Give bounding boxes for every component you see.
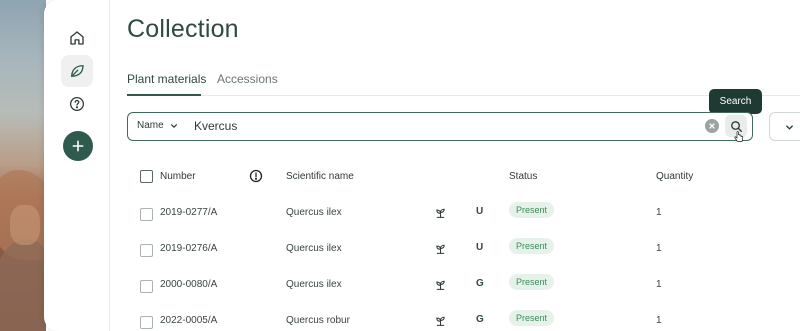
column-status[interactable]: Status [509, 171, 537, 182]
row-scientific-name: Quercus robur [286, 315, 350, 326]
row-number: 2022-0005/A [160, 315, 218, 326]
row-provenance: U [476, 242, 484, 253]
help-icon [69, 96, 85, 112]
select-all-checkbox[interactable] [140, 170, 153, 183]
search-field-label: Name [137, 120, 164, 131]
row-provenance: G [476, 278, 484, 289]
sidebar [44, 0, 110, 331]
status-badge: Present [509, 310, 555, 326]
row-number: 2019-0277/A [160, 207, 218, 218]
table-row[interactable]: 2019-0277/A Quercus ilex U Present 1 [127, 196, 800, 232]
tab-accessions[interactable]: Accessions [217, 72, 278, 86]
status-badge: Present [509, 202, 555, 218]
row-number: 2019-0276/A [160, 243, 218, 254]
tab-plant-materials[interactable]: Plant materials [127, 72, 206, 86]
row-checkbox[interactable] [140, 280, 153, 293]
plant-icon [436, 208, 445, 218]
table-row[interactable]: 2022-0005/A Quercus robur G Present 1 [127, 304, 800, 331]
pointer-cursor-icon [734, 131, 744, 142]
row-checkbox[interactable] [140, 208, 153, 221]
chevron-down-icon [786, 125, 793, 130]
column-quantity[interactable]: Quantity [656, 171, 693, 182]
nav-plants-button[interactable] [61, 55, 93, 87]
table-row[interactable]: 2019-0276/A Quercus ilex U Present 1 [127, 232, 800, 268]
plant-icon [436, 280, 445, 290]
row-scientific-name: Quercus ilex [286, 279, 342, 290]
status-badge: Present [509, 274, 555, 290]
chevron-down-icon [170, 123, 177, 128]
search-bar: Name Kvercus [127, 112, 753, 142]
options-dropdown-button[interactable] [769, 112, 800, 141]
plant-icon [436, 244, 445, 254]
column-scientific-name[interactable]: Scientific name [286, 171, 354, 182]
plant-icon [436, 316, 445, 326]
row-quantity: 1 [656, 243, 662, 254]
row-scientific-name: Quercus ilex [286, 243, 342, 254]
row-scientific-name: Quercus ilex [286, 207, 342, 218]
row-provenance: G [476, 314, 484, 325]
search-field-select[interactable]: Name [137, 120, 178, 131]
search-tooltip: Search [709, 89, 762, 114]
home-icon [70, 31, 84, 45]
alert-icon[interactable] [249, 169, 263, 183]
nav-help-button[interactable] [61, 88, 93, 120]
clear-search-button[interactable] [705, 119, 719, 133]
page-title: Collection [127, 15, 239, 43]
row-quantity: 1 [656, 207, 662, 218]
row-checkbox[interactable] [140, 316, 153, 329]
row-quantity: 1 [656, 315, 662, 326]
search-input[interactable]: Kvercus [194, 119, 237, 133]
add-button[interactable] [63, 131, 93, 161]
active-tab-indicator [127, 94, 201, 96]
row-quantity: 1 [656, 279, 662, 290]
table-header: Number Scientific name Status Quantity [127, 165, 800, 189]
row-provenance: U [476, 206, 484, 217]
row-checkbox[interactable] [140, 244, 153, 257]
table-row[interactable]: 2000-0080/A Quercus ilex G Present 1 [127, 268, 800, 304]
close-icon [709, 123, 715, 129]
nav-home-button[interactable] [61, 22, 93, 54]
status-badge: Present [509, 238, 555, 254]
leaf-icon [71, 65, 84, 77]
row-number: 2000-0080/A [160, 279, 218, 290]
background-photo [0, 0, 46, 331]
tab-bar: Plant materials Accessions [127, 66, 800, 96]
plus-icon [72, 140, 84, 152]
column-number[interactable]: Number [160, 171, 196, 182]
